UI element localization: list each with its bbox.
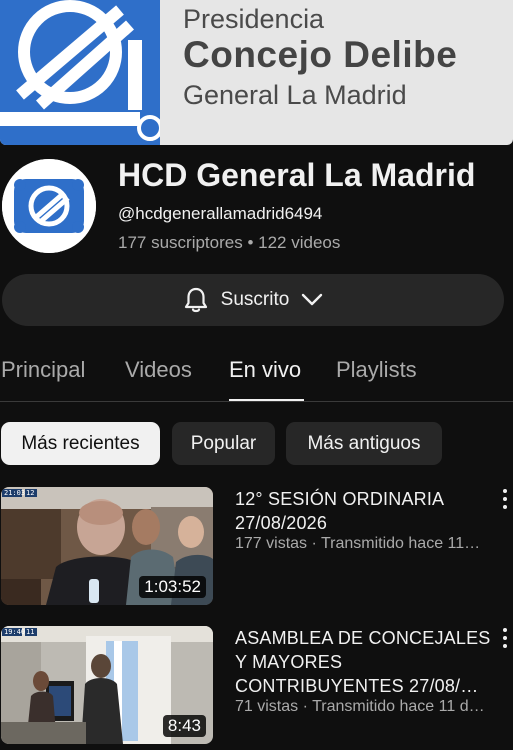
channel-name: HCD General La Madrid [118, 157, 476, 193]
subscribed-label: Suscrito [220, 289, 290, 310]
subscribed-button[interactable]: Suscrito [2, 274, 504, 326]
video-item[interactable]: 19:40 11 8:43 ASAMBLEA DE CONCEJALES Y M… [0, 626, 513, 746]
chip-mas-recientes[interactable]: Más recientes [1, 422, 160, 465]
chip-popular[interactable]: Popular [172, 422, 275, 465]
video-duration: 1:03:52 [139, 576, 206, 598]
thumbnail-overlay-number: 12 [26, 489, 35, 497]
video-thumbnail[interactable]: 21:03 12 1:03:52 [1, 487, 213, 605]
thumbnail-time-overlay: 21:03 [4, 489, 26, 497]
tab-videos[interactable]: Videos [125, 357, 192, 383]
video-title[interactable]: 12° SESIÓN ORDINARIA 27/08/2026 [235, 487, 495, 535]
banner-line-1: Presidencia [183, 4, 325, 34]
channel-stats: 177 suscriptores • 122 videos [118, 233, 341, 252]
bell-icon [184, 287, 207, 313]
more-options-icon[interactable] [499, 628, 511, 650]
channel-handle: @hcdgenerallamadrid6494 [118, 204, 323, 223]
thumbnail-time-overlay: 19:40 [4, 628, 26, 636]
banner-text: Presidencia Concejo Delibe General La Ma… [183, 4, 457, 112]
video-meta: 71 vistas · Transmitido hace 11 d… [235, 698, 485, 715]
chip-mas-antiguos[interactable]: Más antiguos [286, 422, 442, 465]
hcd-logo-banner [0, 0, 160, 145]
video-thumbnail[interactable]: 19:40 11 8:43 [1, 626, 213, 744]
banner-line-2: Concejo Delibe [183, 34, 458, 75]
tab-playlists[interactable]: Playlists [336, 357, 417, 383]
tab-en-vivo[interactable]: En vivo [229, 357, 301, 383]
more-options-icon[interactable] [499, 489, 511, 511]
active-tab-indicator [229, 399, 304, 401]
hcd-logo-icon [2, 159, 96, 253]
channel-tabs: Principal Videos En vivo Playlists [0, 340, 513, 402]
video-item[interactable]: 21:03 12 1:03:52 12° SESIÓN ORDINARIA 27… [0, 487, 513, 607]
channel-banner: Presidencia Concejo Delibe General La Ma… [0, 0, 513, 145]
channel-avatar[interactable] [2, 159, 96, 253]
video-meta: 177 vistas · Transmitido hace 11… [235, 535, 481, 552]
video-title[interactable]: ASAMBLEA DE CONCEJALES Y MAYORES CONTRIB… [235, 626, 495, 698]
chevron-down-icon [302, 293, 323, 306]
video-duration: 8:43 [162, 715, 206, 737]
tab-principal[interactable]: Principal [1, 357, 85, 383]
thumbnail-overlay-number: 11 [26, 628, 35, 636]
banner-line-3: General La Madrid [183, 80, 407, 110]
